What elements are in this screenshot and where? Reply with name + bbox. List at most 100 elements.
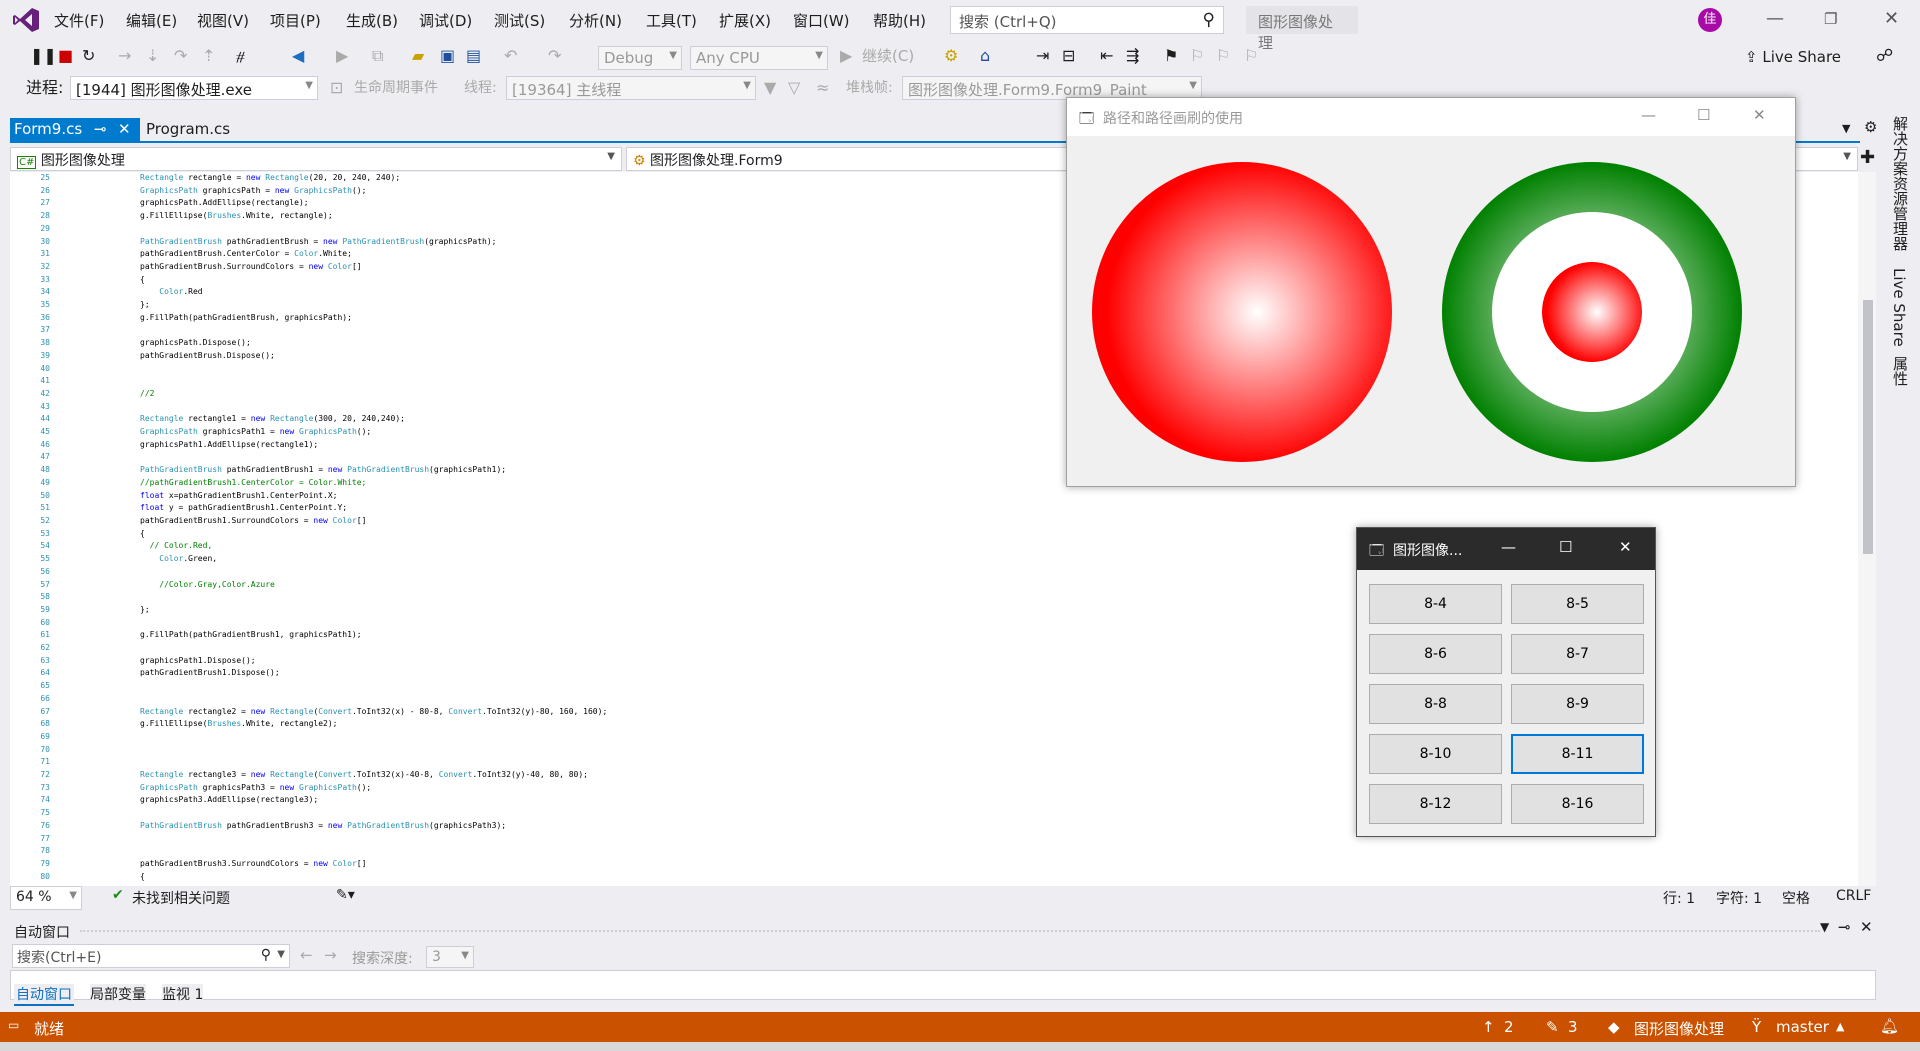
step-out-icon[interactable]: ⇡ (202, 46, 215, 66)
notifications-icon[interactable]: 🔔︎ (1880, 1017, 1899, 1035)
filter-icon[interactable]: ▼ (764, 78, 776, 98)
redo-icon[interactable]: ↷ (548, 46, 561, 66)
whitespace-indicator[interactable]: 空格 (1782, 888, 1810, 908)
search-back-icon[interactable]: ← (300, 946, 313, 964)
menu-build[interactable]: 生成(B) (346, 10, 398, 31)
prev-bookmark-icon[interactable]: ⚐ (1190, 46, 1204, 66)
button-8-5[interactable]: 8-5 (1511, 584, 1644, 624)
open-folder-icon[interactable]: ▰ (412, 46, 424, 66)
hex-icon[interactable]: ⧣ (236, 46, 245, 66)
line-indicator[interactable]: 行: 1 (1663, 888, 1695, 908)
split-editor-icon[interactable]: ✚ (1860, 147, 1875, 168)
tab-watch1[interactable]: 监视 1 (162, 984, 204, 1004)
bookmark-list-icon[interactable]: ⊟ (1062, 46, 1075, 66)
path-brush-form[interactable]: 🗔︎ 路径和路径画刷的使用 — ☐ ✕ (1066, 97, 1796, 487)
show-next-statement-icon[interactable]: → (118, 46, 131, 66)
form1-titlebar[interactable]: 🗔︎ 路径和路径画刷的使用 — ☐ ✕ (1067, 98, 1795, 136)
search-input[interactable]: 搜索 (Ctrl+Q) ⚲ (950, 6, 1224, 34)
tab-program[interactable]: Program.cs (142, 118, 252, 142)
push-count[interactable]: 2 (1504, 1018, 1514, 1036)
search-forward-icon[interactable]: → (324, 946, 337, 964)
minimize-icon[interactable]: — (1641, 106, 1656, 124)
undo-icon[interactable]: ↶ (504, 46, 517, 66)
navigate-back-icon[interactable]: ◀ (292, 46, 304, 66)
main-menu-form[interactable]: 🗔︎ 图形图像... — ☐ ✕ 8-4 8-5 8-6 8-7 8-8 8-9… (1356, 527, 1656, 837)
button-8-16[interactable]: 8-16 (1511, 784, 1644, 824)
side-tab-live-share[interactable]: Live Share (1890, 268, 1908, 347)
close-icon[interactable]: ✕ (1753, 106, 1766, 124)
menu-test[interactable]: 测试(S) (494, 10, 545, 31)
thread-select[interactable]: [19364] 主线程 ▼ (506, 76, 756, 100)
visual-studio-logo-icon[interactable] (12, 7, 40, 33)
step-into-icon[interactable]: ⇣ (146, 46, 159, 66)
tab-autos[interactable]: 自动窗口 (14, 984, 74, 1006)
branch-name[interactable]: master (1776, 1018, 1829, 1036)
scrollbar-thumb[interactable] (1863, 300, 1873, 554)
maximize-icon[interactable]: ☐ (1697, 106, 1710, 124)
char-indicator[interactable]: 字符: 1 (1716, 888, 1762, 908)
menu-extensions[interactable]: 扩展(X) (719, 10, 771, 31)
next-bookmark-icon[interactable]: ⚐ (1216, 46, 1230, 66)
menu-view[interactable]: 视图(V) (197, 10, 249, 31)
bookmark-icon[interactable]: ⚑ (1164, 46, 1178, 66)
form2-titlebar[interactable]: 🗔︎ 图形图像... — ☐ ✕ (1357, 528, 1655, 570)
menu-file[interactable]: 文件(F) (54, 10, 104, 31)
line-ending-indicator[interactable]: CRLF (1836, 888, 1871, 904)
close-panel-icon[interactable]: ✕ (1860, 918, 1873, 936)
tab-form9[interactable]: Form9.cs ⊸ ✕ (10, 118, 140, 142)
pin-icon[interactable]: ⊸ (94, 120, 107, 138)
button-8-4[interactable]: 8-4 (1369, 584, 1502, 624)
live-share-button[interactable]: ⇪ Live Share (1745, 48, 1841, 66)
maximize-icon[interactable]: ❐ (1824, 10, 1837, 28)
button-8-10[interactable]: 8-10 (1369, 734, 1502, 774)
panel-menu-icon[interactable]: ▼ (1820, 920, 1829, 934)
stop-icon[interactable]: ■ (58, 46, 73, 66)
menu-analyze[interactable]: 分析(N) (569, 10, 622, 31)
button-8-9[interactable]: 8-9 (1511, 684, 1644, 724)
menu-debug[interactable]: 调试(D) (419, 10, 472, 31)
button-8-8[interactable]: 8-8 (1369, 684, 1502, 724)
process-select[interactable]: [1944] 图形图像处理.exe ▼ (70, 76, 318, 100)
feedback-icon[interactable]: ☍ (1876, 46, 1893, 66)
autos-search-input[interactable]: 搜索(Ctrl+E) ⚲ ▼ (12, 944, 290, 968)
issues-text[interactable]: 未找到相关问题 (132, 888, 230, 908)
side-tab-properties[interactable]: 属性 (1890, 356, 1911, 386)
repository-name[interactable]: 图形图像处理 (1634, 1018, 1724, 1039)
breakpoint-icon[interactable]: ⇥ (1036, 46, 1049, 66)
close-tab-icon[interactable]: ✕ (118, 120, 131, 138)
button-8-6[interactable]: 8-6 (1369, 634, 1502, 674)
minimize-icon[interactable]: — (1766, 8, 1784, 29)
code-cleanup-icon[interactable]: ✎▾ (336, 887, 355, 903)
navigate-forward-icon[interactable]: ▶ (336, 46, 348, 66)
flag-threads-icon[interactable]: ≈ (816, 78, 829, 98)
maximize-icon[interactable]: ☐ (1559, 538, 1572, 556)
tab-locals[interactable]: 局部变量 (90, 984, 146, 1004)
code-text[interactable]: Rectangle rectangle = new Rectangle(20, … (140, 172, 607, 883)
avatar[interactable]: 佳 (1698, 8, 1722, 32)
clear-bookmark-icon[interactable]: ⚐ (1244, 46, 1258, 66)
comment-icon[interactable]: ⇶ (1126, 46, 1139, 66)
pause-icon[interactable]: ❚❚ (30, 46, 57, 66)
menu-help[interactable]: 帮助(H) (873, 10, 926, 31)
search-depth-select[interactable]: 3 ▼ (426, 946, 474, 968)
menu-window[interactable]: 窗口(W) (793, 10, 850, 31)
lifecycle-events-button[interactable]: 生命周期事件 (354, 78, 438, 98)
platform-select[interactable]: Any CPU ▼ (690, 46, 828, 70)
button-8-11[interactable]: 8-11 (1511, 734, 1644, 774)
menu-project[interactable]: 项目(P) (270, 10, 321, 31)
filter-clear-icon[interactable]: ▽ (788, 78, 800, 98)
tab-overflow-icon[interactable]: ▼ (1842, 122, 1850, 135)
indent-icon[interactable]: ⇤ (1100, 46, 1113, 66)
zoom-select[interactable]: 64 % ▼ (10, 886, 82, 910)
autos-grid[interactable] (10, 970, 1876, 1000)
continue-button[interactable]: 继续(C) (862, 46, 914, 66)
close-icon[interactable]: ✕ (1884, 8, 1899, 29)
configuration-select[interactable]: Debug ▼ (598, 46, 682, 70)
settings-gear-icon[interactable]: ⚙ (1864, 118, 1877, 136)
close-icon[interactable]: ✕ (1619, 538, 1632, 556)
side-tab-solution-explorer[interactable]: 解决方案资源管理器 (1890, 116, 1911, 251)
new-project-icon[interactable]: ⧉ (372, 46, 383, 66)
save-icon[interactable]: ▣ (440, 46, 455, 66)
button-8-7[interactable]: 8-7 (1511, 634, 1644, 674)
minimize-icon[interactable]: — (1501, 538, 1516, 556)
